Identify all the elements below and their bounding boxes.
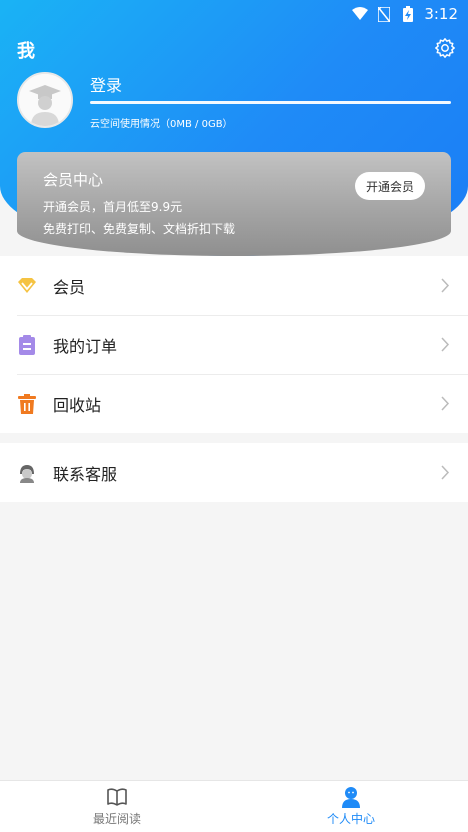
person-icon <box>340 786 362 808</box>
menu-item-vip[interactable]: 会员 <box>0 256 468 315</box>
chevron-right-icon <box>440 337 450 352</box>
wifi-icon <box>352 6 369 22</box>
tab-recent-reading[interactable]: 最近阅读 <box>0 781 234 832</box>
avatar[interactable] <box>17 72 73 128</box>
storage-progress-bar <box>90 101 451 104</box>
menu-group-support: 联系客服 <box>0 443 468 502</box>
menu-item-label: 会员 <box>53 277 86 297</box>
battery-charging-icon <box>400 6 416 22</box>
chevron-right-icon <box>440 396 450 411</box>
tab-label: 最近阅读 <box>92 812 141 826</box>
trash-icon <box>17 393 37 414</box>
menu-item-label: 回收站 <box>53 395 102 415</box>
page-title: 我 <box>17 41 35 62</box>
bottom-tab-bar: 最近阅读 个人中心 <box>0 780 468 832</box>
menu-item-orders[interactable]: 我的订单 <box>0 315 468 374</box>
vip-center-card[interactable]: 会员中心 开通会员，首月低至9.9元 免费打印、免费复制、文档折扣下载 开通会员 <box>17 152 451 256</box>
settings-gear-icon[interactable] <box>434 37 456 59</box>
book-icon <box>106 786 128 808</box>
vip-card-promo: 开通会员，首月低至9.9元 <box>43 200 183 214</box>
chevron-right-icon <box>440 278 450 293</box>
menu-item-label: 我的订单 <box>53 336 118 356</box>
graduate-avatar-icon <box>19 74 71 126</box>
tab-label: 个人中心 <box>326 812 375 826</box>
vip-card-benefits: 免费打印、免费复制、文档折扣下载 <box>43 222 236 236</box>
menu-item-label: 联系客服 <box>53 464 118 484</box>
menu-group-main: 会员 我的订单 回收站 <box>0 256 468 433</box>
chevron-right-icon <box>440 465 450 480</box>
storage-usage-text: 云空间使用情况（0MB / 0GB） <box>90 119 233 130</box>
status-time: 3:12 <box>424 5 458 23</box>
clipboard-icon <box>17 334 37 355</box>
menu-item-customer-service[interactable]: 联系客服 <box>0 443 468 502</box>
no-sim-icon <box>376 6 392 22</box>
status-bar: 3:12 <box>0 0 468 28</box>
diamond-icon <box>17 276 37 296</box>
open-vip-button[interactable]: 开通会员 <box>354 172 425 200</box>
menu-item-recycle-bin[interactable]: 回收站 <box>0 374 468 433</box>
tab-personal-center[interactable]: 个人中心 <box>234 781 468 832</box>
customer-service-icon <box>17 463 37 483</box>
login-link[interactable]: 登录 <box>90 72 122 96</box>
